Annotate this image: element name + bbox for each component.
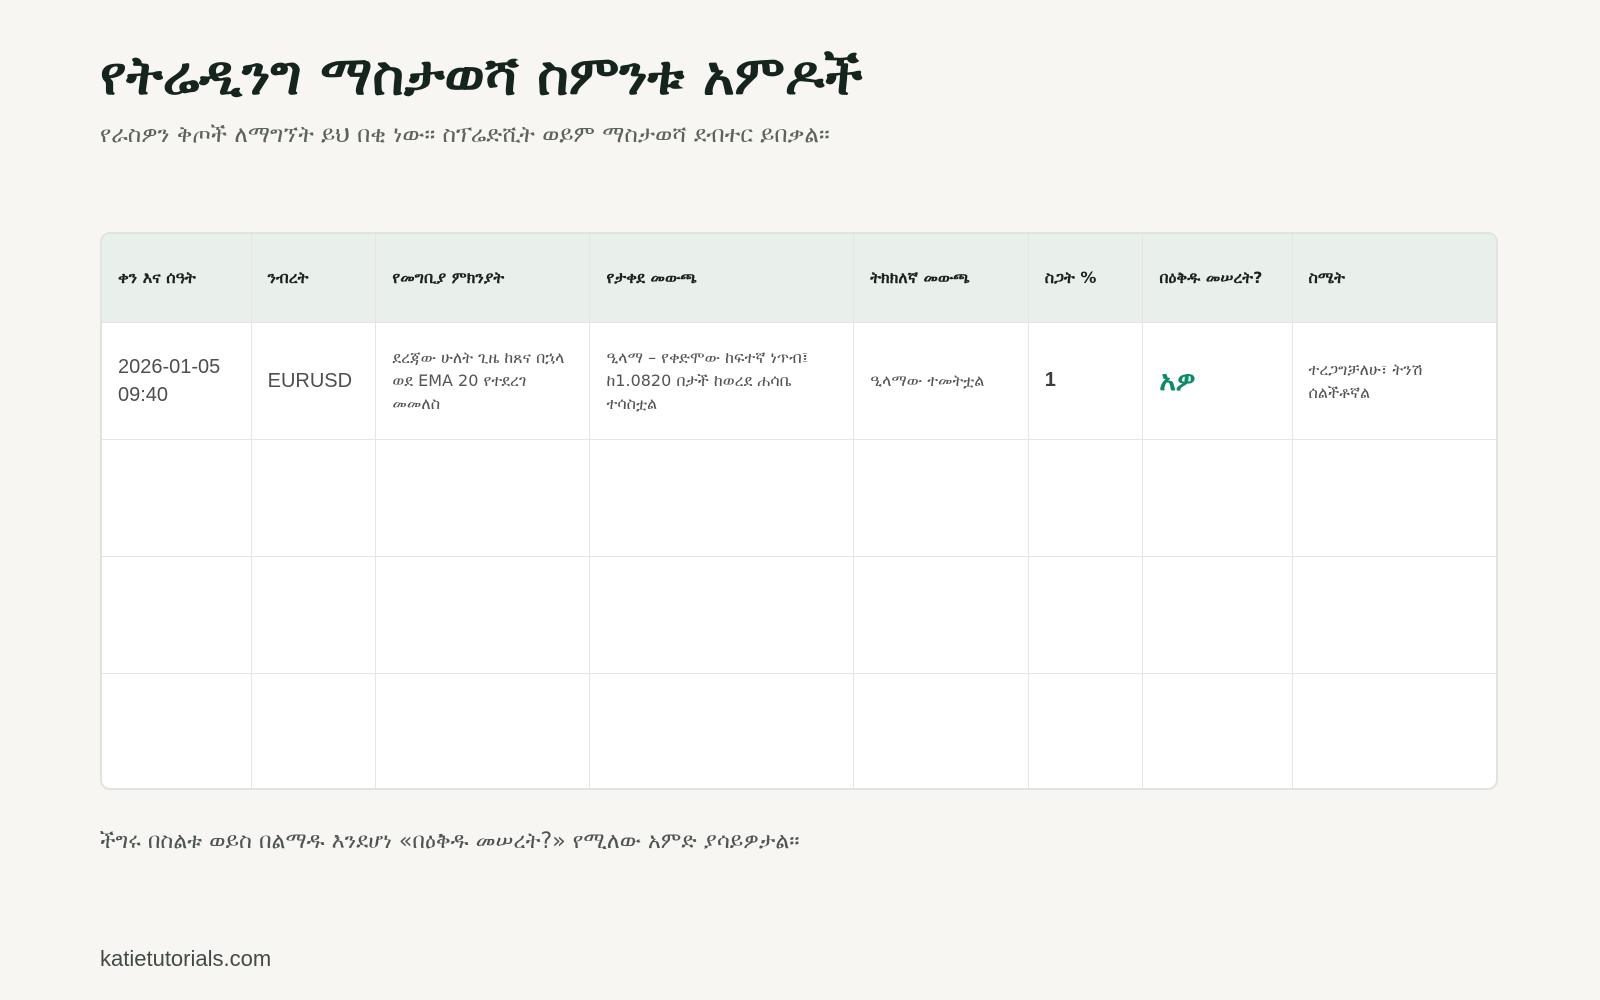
empty-cell <box>589 439 855 557</box>
empty-cell <box>1028 556 1144 674</box>
table-row <box>102 439 1496 557</box>
cell-emotion: ተረጋግቻለሁ፣ ትንሽ ሰልችቶኛል <box>1292 322 1496 440</box>
site-name: katietutorials.com <box>100 946 272 971</box>
cell-asset: EURUSD <box>251 322 377 440</box>
empty-cell <box>251 556 377 674</box>
empty-cell <box>102 673 252 788</box>
cell-per-plan: አዎ <box>1142 322 1293 440</box>
empty-cell <box>1142 439 1293 557</box>
cell-risk-percent: 1 <box>1028 322 1144 440</box>
empty-cell <box>251 439 377 557</box>
table-header-row: ቀን እና ሰዓት ንብረት የመግቢያ ምክንያት የታቀደ መውጫ ትክክለ… <box>102 234 1496 323</box>
column-header-per-plan: በዕቅዱ መሠረት? <box>1142 234 1293 323</box>
empty-cell <box>1292 673 1496 788</box>
page-subtitle: የራስዎን ቅጦች ለማግኘት ይህ በቂ ነው። ስፕሬድሺት ወይም ማስታ… <box>100 122 830 148</box>
empty-cell <box>853 556 1029 674</box>
empty-cell <box>375 673 591 788</box>
trading-journal-table-card: ቀን እና ሰዓት ንብረት የመግቢያ ምክንያት የታቀደ መውጫ ትክክለ… <box>100 232 1498 790</box>
empty-cell <box>1142 556 1293 674</box>
cell-date-time: 2026-01-05 09:40 <box>102 322 252 440</box>
empty-cell <box>375 439 591 557</box>
empty-cell <box>102 439 252 557</box>
empty-cell <box>1028 439 1144 557</box>
table-body: 2026-01-05 09:40 EURUSD ደረጃው ሁለት ጊዜ ከጸና … <box>102 322 1496 788</box>
column-header-asset: ንብረት <box>251 234 377 323</box>
column-header-entry-reason: የመግቢያ ምክንያት <box>375 234 591 323</box>
column-header-planned-exit: የታቀደ መውጫ <box>589 234 855 323</box>
cell-entry-reason: ደረጃው ሁለት ጊዜ ከጸና በኋላ ወደ EMA 20 የተደረገ መመለስ <box>375 322 591 440</box>
empty-cell <box>251 673 377 788</box>
empty-cell <box>375 556 591 674</box>
column-header-emotion: ስሜት <box>1292 234 1496 323</box>
table-header: ቀን እና ሰዓት ንብረት የመግቢያ ምክንያት የታቀደ መውጫ ትክክለ… <box>102 234 1496 323</box>
trading-journal-page: የትሬዲንግ ማስታወሻ ስምንቱ አምዶች የራስዎን ቅጦች ለማግኘት ይ… <box>100 0 1500 1000</box>
empty-cell <box>1292 439 1496 557</box>
page-title: የትሬዲንግ ማስታወሻ ስምንቱ አምዶች <box>100 44 863 107</box>
empty-cell <box>589 556 855 674</box>
table-row <box>102 556 1496 674</box>
table-row: 2026-01-05 09:40 EURUSD ደረጃው ሁለት ጊዜ ከጸና … <box>102 322 1496 440</box>
empty-cell <box>853 673 1029 788</box>
column-header-date-time: ቀን እና ሰዓት <box>102 234 252 323</box>
empty-cell <box>102 556 252 674</box>
empty-cell <box>853 439 1029 557</box>
empty-cell <box>1028 673 1144 788</box>
column-header-actual-exit: ትክክለኛ መውጫ <box>853 234 1029 323</box>
table-row <box>102 673 1496 788</box>
cell-actual-exit: ዒላማው ተመትቷል <box>853 322 1029 440</box>
empty-cell <box>1142 673 1293 788</box>
footer-note: ችግሩ በስልቱ ወይስ በልማዱ እንደሆነ «በዕቅዱ መሠረት?» የሚለ… <box>100 829 800 854</box>
cell-planned-exit: ዒላማ – የቀድሞው ከፍተኛ ነጥብ፤ ከ1.0820 በታች ከወረደ ሐ… <box>589 322 855 440</box>
column-header-risk-percent: ስጋት % <box>1028 234 1144 323</box>
empty-cell <box>1292 556 1496 674</box>
trading-journal-table: ቀን እና ሰዓት ንብረት የመግቢያ ምክንያት የታቀደ መውጫ ትክክለ… <box>102 234 1496 788</box>
empty-cell <box>589 673 855 788</box>
